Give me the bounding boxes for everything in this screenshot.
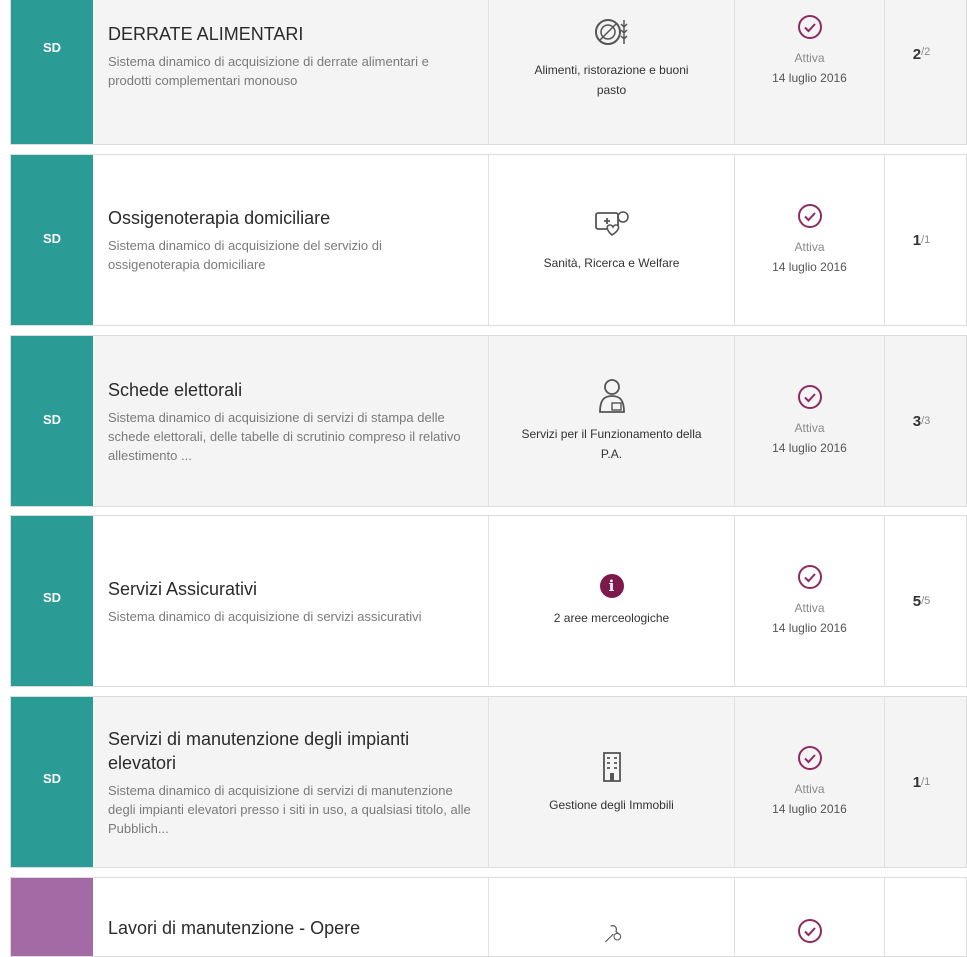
count-total: /1 bbox=[921, 234, 931, 246]
check-circle-icon bbox=[797, 204, 822, 228]
count-total: /1 bbox=[921, 776, 931, 788]
food-icon bbox=[594, 19, 628, 45]
lot-count: 1/1 bbox=[885, 155, 966, 325]
category-label[interactable]: Sanità, Ricerca e Welfare bbox=[544, 253, 680, 273]
count-total: /3 bbox=[921, 415, 931, 427]
status-label: Attiva bbox=[794, 421, 825, 435]
count-current: 2 bbox=[912, 46, 922, 63]
type-tag: SD bbox=[11, 697, 93, 867]
initiative-info: Schede elettorali Sistema dinamico di ac… bbox=[93, 336, 489, 506]
initiative-info: Lavori di manutenzione - Opere bbox=[93, 878, 489, 956]
initiative-description: Sistema dinamico di acquisizione di serv… bbox=[108, 409, 461, 463]
status-label: Attiva bbox=[794, 782, 825, 796]
initiative-description: Sistema dinamico di acquisizione di derr… bbox=[108, 54, 429, 88]
type-tag: SD bbox=[11, 336, 93, 506]
status-date: 14 luglio 2016 bbox=[772, 621, 847, 635]
count-current: 1 bbox=[912, 773, 922, 791]
initiative-info: Servizi di manutenzione degli impianti e… bbox=[93, 697, 489, 867]
status-date: 14 luglio 2016 bbox=[772, 441, 847, 455]
count-current: 1 bbox=[912, 231, 922, 249]
count-total: /5 bbox=[921, 595, 931, 607]
count-current: 3 bbox=[912, 412, 922, 430]
initiative-title[interactable]: Ossigenoterapia domiciliare bbox=[108, 206, 474, 230]
check-circle-icon bbox=[797, 565, 822, 589]
initiative-card[interactable]: SD Ossigenoterapia domiciliare Sistema d… bbox=[10, 154, 967, 326]
initiative-card[interactable]: SD Servizi di manutenzione degli impiant… bbox=[10, 696, 967, 868]
category-cell: Alimenti, ristorazione e buoni pasto bbox=[489, 0, 735, 144]
check-circle-icon bbox=[797, 746, 822, 770]
type-tag-label: SD bbox=[42, 590, 62, 605]
lot-count: 3/3 bbox=[885, 336, 966, 506]
type-tag-label: SD bbox=[42, 412, 62, 427]
lot-count: 1/1 bbox=[885, 697, 966, 867]
check-circle-icon bbox=[797, 385, 822, 409]
category-cell bbox=[489, 878, 735, 956]
initiative-info: Servizi Assicurativi Sistema dinamico di… bbox=[93, 516, 489, 686]
lot-count: 2/2 bbox=[885, 0, 966, 144]
initiative-card[interactable]: SD Schede elettorali Sistema dinamico di… bbox=[10, 335, 967, 507]
category-cell: Sanità, Ricerca e Welfare bbox=[489, 155, 735, 325]
check-circle-icon bbox=[797, 919, 822, 943]
status-date: 14 luglio 2016 bbox=[772, 71, 847, 85]
status-label: Attiva bbox=[794, 51, 825, 65]
type-tag: SD bbox=[11, 516, 93, 686]
category-cell: i 2 aree merceologiche bbox=[489, 516, 735, 686]
check-circle-icon bbox=[797, 15, 822, 39]
category-label[interactable]: Alimenti, ristorazione e buoni pasto bbox=[519, 60, 704, 100]
category-cell: Servizi per il Funzionamento della P.A. bbox=[489, 336, 735, 506]
initiative-title[interactable]: Servizi di manutenzione degli impianti e… bbox=[108, 727, 474, 775]
building-icon bbox=[602, 752, 621, 782]
initiative-description: Sistema dinamico di acquisizione di serv… bbox=[108, 608, 422, 624]
person-icon bbox=[598, 379, 625, 413]
initiative-card[interactable]: SD DERRATE ALIMENTARI Sistema dinamico d… bbox=[10, 0, 967, 145]
initiative-card[interactable]: SD Servizi Assicurativi Sistema dinamico… bbox=[10, 515, 967, 687]
type-tag-label: SD bbox=[42, 771, 62, 786]
status-cell: Attiva 14 luglio 2016 bbox=[735, 336, 885, 506]
initiative-title[interactable]: Servizi Assicurativi bbox=[108, 577, 474, 601]
type-tag: SD bbox=[11, 155, 93, 325]
type-tag bbox=[11, 878, 93, 956]
type-tag: SD bbox=[11, 0, 93, 144]
type-tag-label: SD bbox=[42, 231, 62, 246]
initiative-title[interactable]: Schede elettorali bbox=[108, 378, 474, 402]
lot-count: 5/5 bbox=[885, 516, 966, 686]
count-total: /2 bbox=[921, 46, 931, 58]
category-label[interactable]: Servizi per il Funzionamento della P.A. bbox=[519, 424, 704, 464]
category-label[interactable]: 2 aree merceologiche bbox=[554, 608, 669, 628]
status-date: 14 luglio 2016 bbox=[772, 802, 847, 816]
type-tag-label: SD bbox=[42, 40, 62, 55]
status-cell: Attiva 14 luglio 2016 bbox=[735, 697, 885, 867]
initiative-description: Sistema dinamico di acquisizione di serv… bbox=[108, 782, 471, 836]
initiative-info: Ossigenoterapia domiciliare Sistema dina… bbox=[93, 155, 489, 325]
status-label: Attiva bbox=[794, 240, 825, 254]
health-icon bbox=[594, 211, 629, 236]
status-cell: Attiva 14 luglio 2016 bbox=[735, 0, 885, 144]
count-current: 5 bbox=[912, 592, 922, 610]
status-cell: Attiva 14 luglio 2016 bbox=[735, 155, 885, 325]
initiative-title[interactable]: Lavori di manutenzione - Opere bbox=[108, 916, 474, 940]
lot-count bbox=[885, 878, 966, 956]
initiative-title[interactable]: DERRATE ALIMENTARI bbox=[108, 22, 474, 46]
status-cell: Attiva 14 luglio 2016 bbox=[735, 516, 885, 686]
category-label[interactable]: Gestione degli Immobili bbox=[549, 795, 674, 815]
info-icon[interactable]: i bbox=[599, 574, 624, 598]
initiative-card[interactable]: Lavori di manutenzione - Opere bbox=[10, 877, 967, 957]
status-date: 14 luglio 2016 bbox=[772, 260, 847, 274]
tools-icon bbox=[604, 925, 621, 943]
initiative-description: Sistema dinamico di acquisizione del ser… bbox=[108, 238, 382, 272]
category-cell: Gestione degli Immobili bbox=[489, 697, 735, 867]
status-cell bbox=[735, 878, 885, 956]
status-label: Attiva bbox=[794, 601, 825, 615]
initiative-info: DERRATE ALIMENTARI Sistema dinamico di a… bbox=[93, 0, 489, 144]
